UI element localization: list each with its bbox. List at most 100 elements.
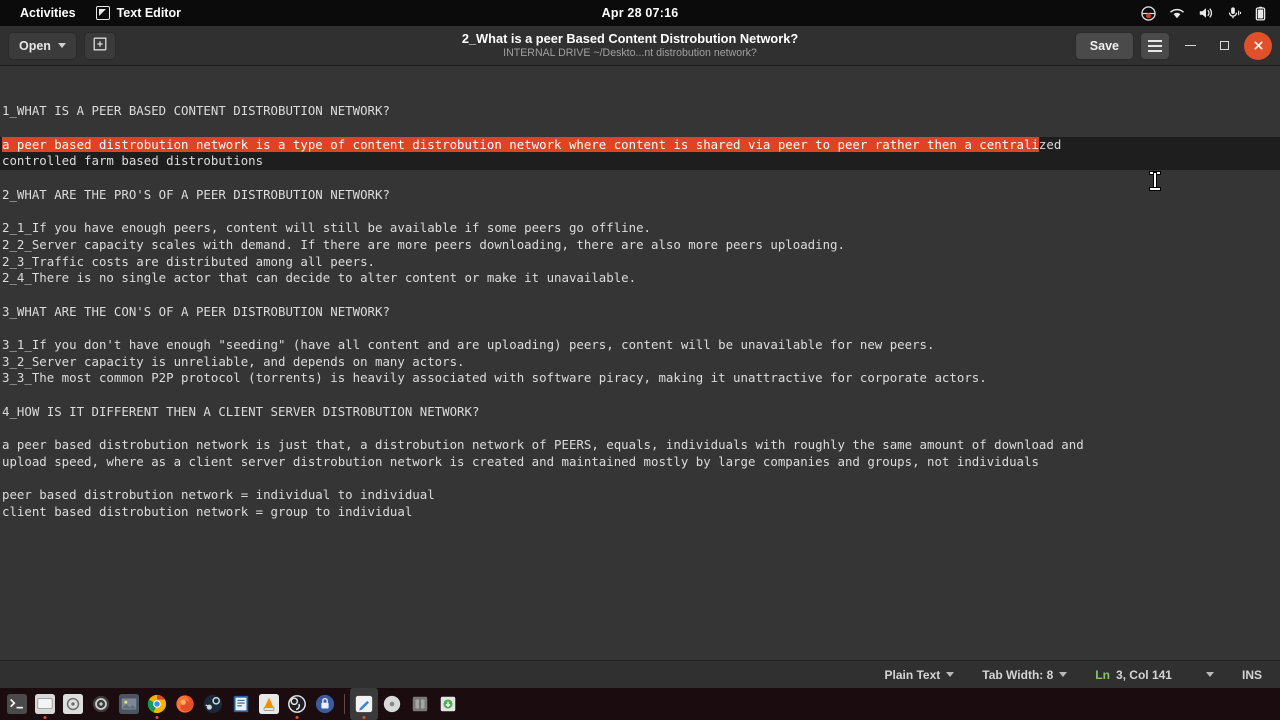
wifi-icon (1169, 7, 1185, 20)
clock[interactable]: Apr 28 07:16 (602, 6, 679, 20)
tab-width-label: Tab Width: 8 (982, 667, 1054, 682)
dock-item-archive-manager[interactable] (406, 688, 434, 720)
app-menu-label: Text Editor (116, 6, 181, 20)
settings-icon (91, 694, 111, 714)
editor-line[interactable] (0, 287, 1280, 304)
line-text: upload speed, where as a client server d… (2, 453, 1039, 469)
save-button-label: Save (1089, 38, 1119, 53)
editor-line[interactable]: peer based distrobution network = indivi… (0, 487, 1280, 504)
new-document-button[interactable] (83, 31, 116, 60)
dock-item-terminal[interactable] (3, 688, 31, 720)
dock-item-authenticator[interactable] (311, 688, 339, 720)
dock-item-google-chrome[interactable] (143, 688, 171, 720)
editor-line[interactable]: a peer based distrobution network is jus… (0, 437, 1280, 454)
text-editor-icon (354, 694, 374, 714)
running-indicator-dot (43, 716, 47, 719)
terminal-icon (7, 694, 27, 714)
line-prefix-label: Ln (1095, 667, 1110, 682)
status-bar: Plain Text Tab Width: 8 Ln 3, Col 141 IN… (0, 660, 1280, 688)
dock-item-file-manager[interactable] (31, 688, 59, 720)
authenticator-icon (315, 694, 335, 714)
line-text: zed (1038, 136, 1062, 152)
libreoffice-writer-icon (231, 694, 251, 714)
cursor-position-selector[interactable]: Ln 3, Col 141 (1081, 661, 1206, 689)
file-manager-icon (35, 694, 55, 714)
line-text: controlled farm based distrobutions (2, 153, 264, 169)
dock-item-disk-utility[interactable] (59, 688, 87, 720)
cursor-position-dropdown[interactable] (1205, 661, 1228, 689)
editor-line[interactable] (0, 387, 1280, 404)
vlc-icon (259, 694, 279, 714)
dock-item-obs-studio[interactable] (283, 688, 311, 720)
editor-line[interactable] (0, 204, 1280, 221)
archive-manager-icon (410, 694, 430, 714)
close-icon[interactable] (1244, 31, 1272, 60)
editor-line[interactable] (0, 420, 1280, 437)
open-button-label: Open (19, 38, 51, 53)
line-text: 3_1_If you don't have enough "seeding" (… (2, 337, 935, 353)
save-button[interactable]: Save (1074, 31, 1134, 60)
app-menu-button[interactable]: Text Editor (86, 0, 191, 26)
taskbar-dock (0, 688, 1280, 720)
line-text: 2_WHAT ARE THE PRO'S OF A PEER DISTROBUT… (2, 186, 390, 202)
language-label: Plain Text (884, 667, 941, 682)
line-text: 2_2_Server capacity scales with demand. … (2, 236, 845, 252)
dock-item-settings[interactable] (87, 688, 115, 720)
dock-item-text-editor[interactable] (350, 688, 378, 720)
firefox-icon (175, 694, 195, 714)
text-editor-area[interactable]: 1_WHAT IS A PEER BASED CONTENT DISTROBUT… (0, 66, 1280, 660)
disc-icon (382, 694, 402, 714)
line-text: 2_4_There is no single actor that can de… (2, 270, 637, 286)
editor-line[interactable]: 1_WHAT IS A PEER BASED CONTENT DISTROBUT… (0, 103, 1280, 120)
editor-line[interactable]: controlled farm based distrobutions (0, 153, 1280, 171)
editor-line[interactable]: client based distrobution network = grou… (0, 504, 1280, 521)
header-right-controls: Save (1074, 31, 1280, 60)
line-text: 3_WHAT ARE THE CON'S OF A PEER DISTROBUT… (2, 303, 390, 319)
maximize-icon[interactable] (1210, 32, 1238, 60)
editor-line[interactable]: 2_2_Server capacity scales with demand. … (0, 237, 1280, 254)
obs-studio-icon (287, 694, 307, 714)
activities-button[interactable]: Activities (10, 0, 86, 26)
editor-line[interactable]: 4_HOW IS IT DIFFERENT THEN A CLIENT SERV… (0, 404, 1280, 421)
chevron-down-icon (1059, 672, 1068, 677)
language-selector[interactable]: Plain Text (870, 661, 968, 689)
editor-line[interactable]: 2_3_Traffic costs are distributed among … (0, 254, 1280, 271)
minimize-icon[interactable] (1176, 32, 1204, 60)
dock-item-libreoffice-writer[interactable] (227, 688, 255, 720)
editor-line[interactable]: upload speed, where as a client server d… (0, 454, 1280, 471)
dock-item-firefox[interactable] (171, 688, 199, 720)
editor-line[interactable] (0, 170, 1280, 187)
top-bar-left: Activities Text Editor (0, 0, 191, 26)
editor-line[interactable]: 3_2_Server capacity is unreliable, and d… (0, 354, 1280, 371)
editor-line[interactable]: 3_3_The most common P2P protocol (torren… (0, 370, 1280, 387)
insert-mode-label: INS (1241, 667, 1262, 682)
editor-line[interactable]: 3_1_If you don't have enough "seeding" (… (0, 337, 1280, 354)
new-document-icon (92, 36, 108, 55)
dock-item-steam[interactable] (199, 688, 227, 720)
editor-line[interactable]: 2_4_There is no single actor that can de… (0, 270, 1280, 287)
window-header-bar: Open 2_What is a peer Based Content Dist… (0, 26, 1280, 66)
system-tray[interactable] (1141, 0, 1280, 26)
dock-item-software-installer[interactable] (434, 688, 462, 720)
editor-line[interactable]: 3_WHAT ARE THE CON'S OF A PEER DISTROBUT… (0, 304, 1280, 321)
activities-label: Activities (20, 6, 76, 20)
window-title: 2_What is a peer Based Content Distrobut… (461, 31, 799, 46)
line-text: 2_1_If you have enough peers, content wi… (2, 220, 652, 236)
window-subtitle: INTERNAL DRIVE ~/Deskto...nt distrobutio… (503, 47, 757, 59)
document-text[interactable]: 1_WHAT IS A PEER BASED CONTENT DISTROBUT… (0, 99, 1280, 520)
editor-line[interactable]: 2_WHAT ARE THE PRO'S OF A PEER DISTROBUT… (0, 187, 1280, 204)
tab-width-selector[interactable]: Tab Width: 8 (968, 661, 1081, 689)
microphone-icon (1227, 6, 1242, 20)
editor-line[interactable]: 2_1_If you have enough peers, content wi… (0, 220, 1280, 237)
hamburger-menu-icon[interactable] (1140, 31, 1170, 60)
editor-line[interactable] (0, 320, 1280, 337)
editor-line[interactable] (0, 471, 1280, 488)
dock-item-vlc[interactable] (255, 688, 283, 720)
editor-line[interactable]: a peer based distrobution network is a t… (0, 136, 1280, 154)
open-button[interactable]: Open (8, 31, 77, 60)
dock-item-disc[interactable] (378, 688, 406, 720)
recording-indicator-icon (1141, 5, 1156, 21)
dock-item-image-viewer[interactable] (115, 688, 143, 720)
running-indicator-dot (155, 716, 159, 719)
editor-line[interactable] (0, 120, 1280, 137)
